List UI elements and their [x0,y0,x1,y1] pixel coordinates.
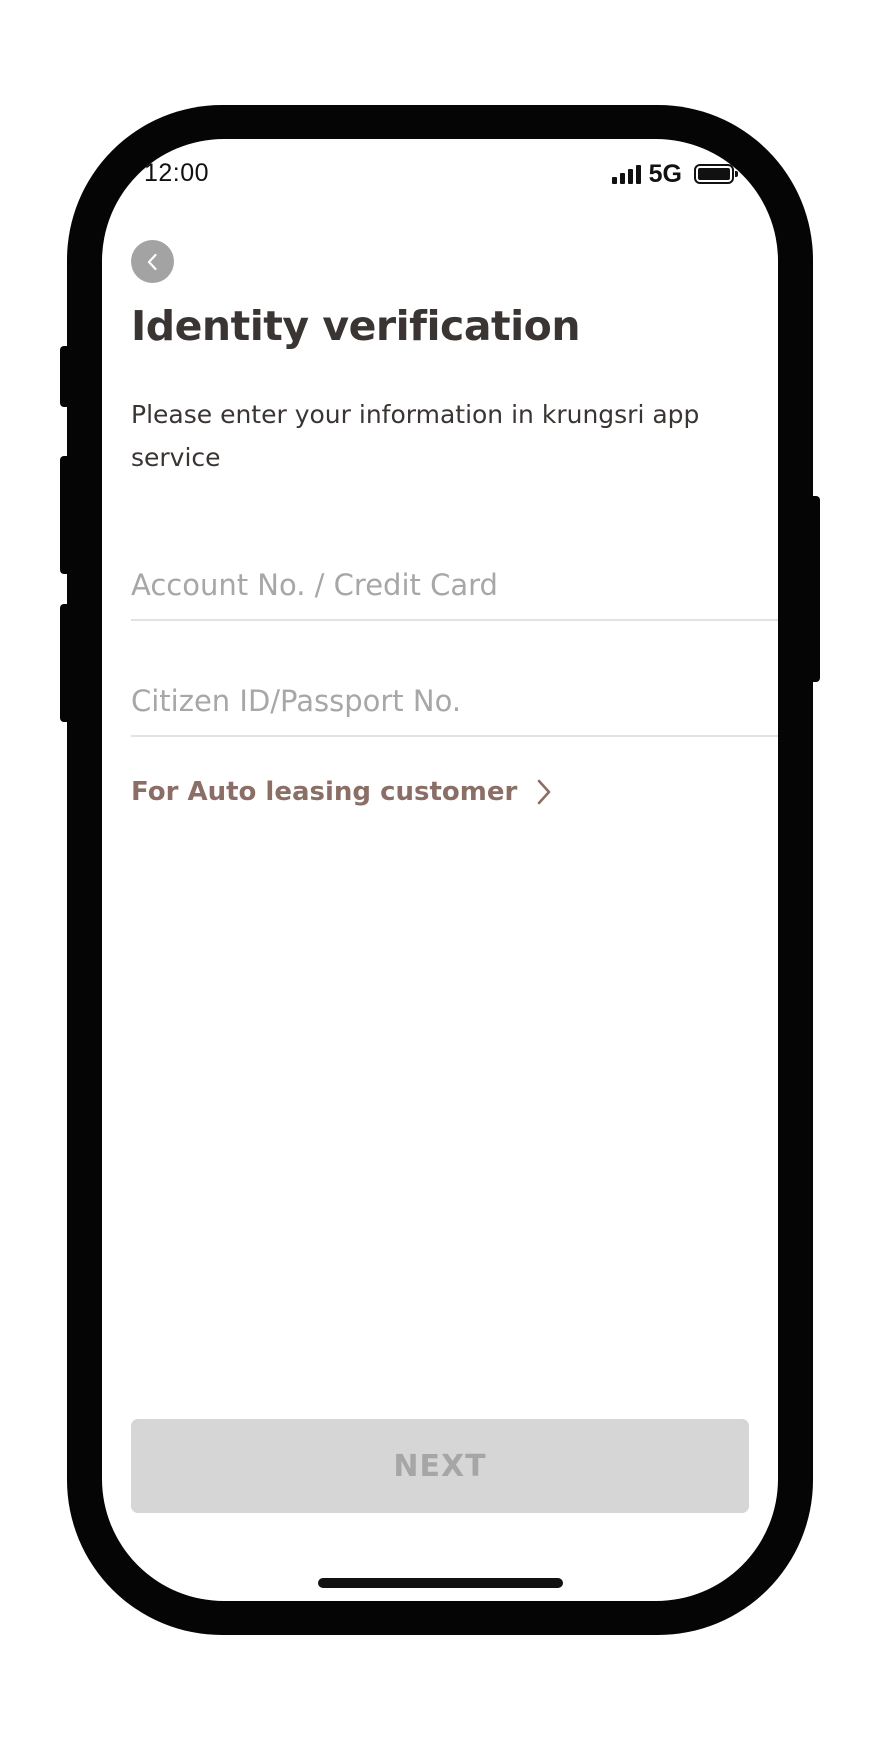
chevron-left-icon [147,253,157,270]
signal-icon [611,164,641,184]
citizen-field-container [131,667,778,737]
network-label: 5G [648,159,682,188]
screenshot-stage: 12:00 5G Identity verification Please en… [0,0,880,1740]
phone-screen: 12:00 5G Identity verification Please en… [102,139,778,1601]
citizen-passport-input[interactable] [131,667,778,735]
chevron-right-icon [538,779,551,805]
auto-leasing-link[interactable]: For Auto leasing customer [131,777,553,807]
page-title: Identity verification [131,302,581,350]
auto-leasing-label: For Auto leasing customer [131,777,518,807]
status-indicators: 5G [611,159,738,189]
back-button[interactable] [131,240,174,283]
page-description: Please enter your information in krungsr… [131,400,700,472]
home-indicator [318,1578,563,1588]
status-time: 12:00 [144,159,210,187]
next-button[interactable]: NEXT [131,1419,749,1513]
account-credit-card-input[interactable] [131,551,778,619]
account-field-container [131,551,778,621]
battery-icon [694,164,738,184]
